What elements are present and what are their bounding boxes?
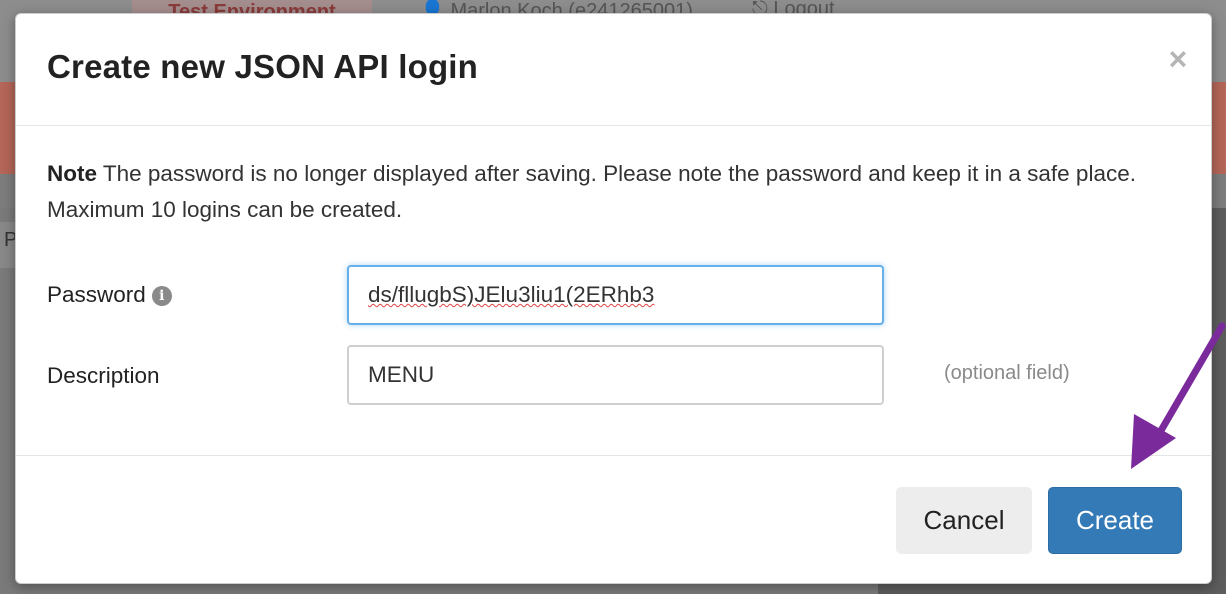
note-label: Note xyxy=(47,161,97,186)
description-label: Description xyxy=(47,363,160,388)
cancel-button[interactable]: Cancel xyxy=(896,487,1032,554)
info-circle-icon[interactable]: i xyxy=(151,286,172,306)
password-input[interactable] xyxy=(347,265,884,325)
dialog-footer: Cancel Create xyxy=(16,455,1211,583)
optional-field-hint: (optional field) xyxy=(944,362,1070,384)
password-label: Password xyxy=(47,282,146,307)
note-text: The password is no longer displayed afte… xyxy=(47,161,1136,222)
create-button[interactable]: Create xyxy=(1048,487,1182,554)
password-label-group: Password i xyxy=(47,282,172,308)
dialog-body: Note The password is no longer displayed… xyxy=(16,126,1211,455)
dialog-header: Create new JSON API login × xyxy=(16,14,1211,126)
description-input[interactable] xyxy=(347,345,884,405)
close-icon[interactable]: × xyxy=(1163,43,1193,75)
create-json-api-login-dialog: Create new JSON API login × Note The pas… xyxy=(15,13,1212,584)
dialog-note: Note The password is no longer displayed… xyxy=(47,156,1147,228)
dialog-title: Create new JSON API login xyxy=(47,48,479,85)
